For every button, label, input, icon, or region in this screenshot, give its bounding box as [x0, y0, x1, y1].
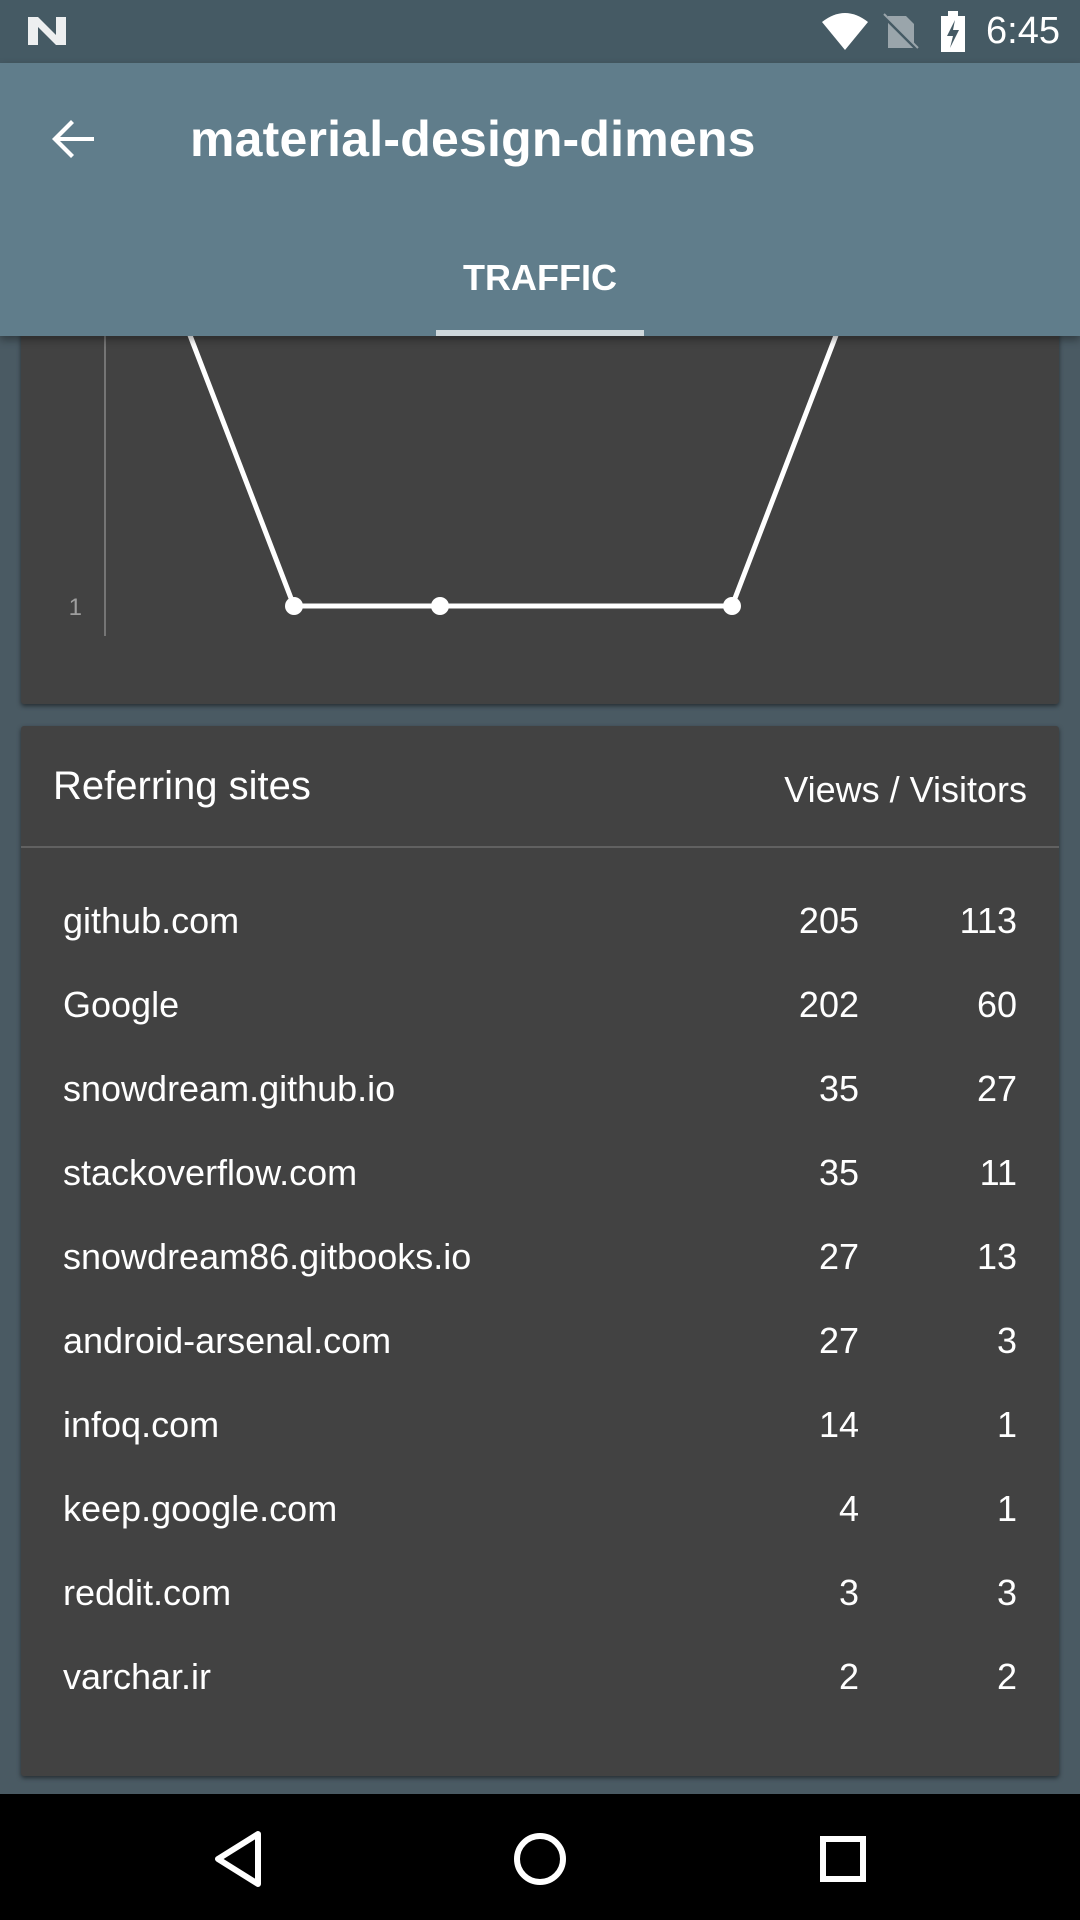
views-visitors-label: Views / Visitors: [784, 769, 1027, 810]
visitors-count: 113: [959, 900, 1017, 941]
arrow-back-icon[interactable]: [44, 109, 104, 169]
back-triangle-icon[interactable]: [206, 1824, 276, 1894]
recents-square-icon[interactable]: [808, 1824, 878, 1894]
site-name: snowdream86.gitbooks.io: [63, 1236, 472, 1277]
site-name: reddit.com: [63, 1572, 232, 1613]
visitors-count: 3: [996, 1320, 1017, 1361]
battery-charging-icon: [941, 11, 965, 52]
list-item: varchar.ir 2 2: [21, 1642, 1059, 1726]
visitors-count: 11: [979, 1152, 1017, 1193]
tab-traffic[interactable]: TRAFFIC: [436, 245, 644, 336]
visitors-count: 3: [996, 1572, 1017, 1613]
no-sim-icon: [880, 12, 920, 52]
list-item: android-arsenal.com 27 3: [21, 1306, 1059, 1390]
list-item: Google 202 60: [21, 970, 1059, 1054]
views-count: 2: [838, 1656, 859, 1697]
tab-indicator: [436, 330, 644, 336]
views-count: 4: [838, 1488, 859, 1529]
data-point[interactable]: [723, 597, 741, 615]
data-point[interactable]: [285, 597, 303, 615]
site-name: github.com: [63, 900, 240, 941]
visitors-count: 1: [996, 1488, 1017, 1529]
content-scroll-area[interactable]: 1 Referring sites Views / Visitors githu…: [0, 336, 1080, 1794]
traffic-chart-card: 1: [21, 336, 1059, 704]
referring-sites-header: Referring sites Views / Visitors: [21, 726, 1059, 848]
list-item: snowdream86.gitbooks.io 27 13: [21, 1222, 1059, 1306]
home-circle-icon[interactable]: [505, 1824, 575, 1894]
visitors-count: 27: [976, 1068, 1017, 1109]
visitors-count: 2: [996, 1656, 1017, 1697]
status-time: 6:45: [986, 10, 1060, 52]
views-count: 27: [818, 1320, 859, 1361]
page-title: material-design-dimens: [190, 111, 756, 167]
list-item: stackoverflow.com 35 11: [21, 1138, 1059, 1222]
site-name: infoq.com: [63, 1404, 220, 1445]
tab-label: TRAFFIC: [463, 257, 617, 298]
wifi-icon: [822, 13, 868, 50]
traffic-line-chart: 1: [69, 336, 839, 636]
visitors-count: 60: [976, 984, 1017, 1025]
views-count: 202: [798, 984, 859, 1025]
site-name: varchar.ir: [63, 1656, 212, 1697]
list-item: snowdream.github.io 35 27: [21, 1054, 1059, 1138]
views-count: 205: [798, 900, 859, 941]
site-name: android-arsenal.com: [63, 1320, 392, 1361]
referring-sites-card: Referring sites Views / Visitors github.…: [21, 726, 1059, 1776]
site-name: Google: [63, 984, 180, 1025]
list-item: github.com 205 113: [21, 886, 1059, 970]
y-tick-label: 1: [69, 594, 82, 621]
views-count: 14: [818, 1404, 859, 1445]
site-name: stackoverflow.com: [63, 1152, 358, 1193]
navigation-bar: [0, 1794, 1080, 1920]
referring-sites-title: Referring sites: [53, 764, 311, 808]
data-point[interactable]: [431, 597, 449, 615]
status-bar: 6:45: [0, 0, 1080, 63]
list-item: keep.google.com 4 1: [21, 1474, 1059, 1558]
views-count: 27: [818, 1236, 859, 1277]
views-count: 3: [838, 1572, 859, 1613]
site-name: keep.google.com: [63, 1488, 338, 1529]
list-item: reddit.com 3 3: [21, 1558, 1059, 1642]
views-count: 35: [818, 1068, 859, 1109]
list-item: infoq.com 14 1: [21, 1390, 1059, 1474]
traffic-series-line: [187, 336, 839, 609]
referring-sites-list: github.com 205 113 Google 202 60 snowdream.git…: [21, 886, 1059, 1726]
notification-n-icon: [28, 17, 66, 45]
site-name: snowdream.github.io: [63, 1068, 396, 1109]
visitors-count: 1: [996, 1404, 1017, 1445]
app-bar: material-design-dimens TRAFFIC: [0, 63, 1080, 336]
visitors-count: 13: [976, 1236, 1017, 1277]
views-count: 35: [818, 1152, 859, 1193]
